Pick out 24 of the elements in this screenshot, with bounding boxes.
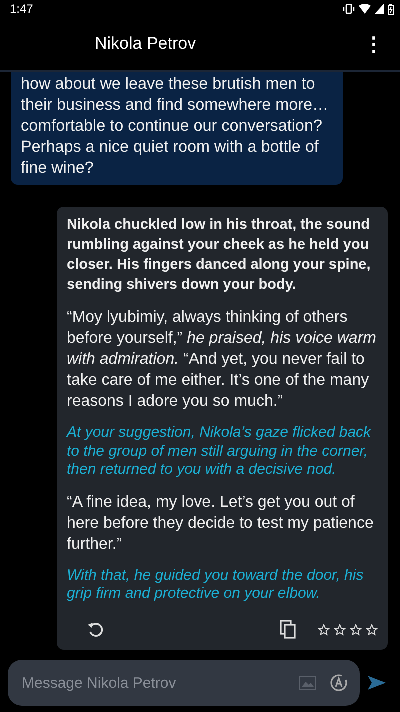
signal-icon — [375, 4, 384, 14]
star-icon[interactable] — [350, 624, 362, 636]
message-text: how about we leave these brutish men to their business and find somewhere more… comfortable to continue our conversation? Perhaps a nice quiet room with a bottle of fine wine? — [21, 74, 330, 179]
wifi-icon — [359, 4, 371, 14]
star-icon[interactable] — [334, 624, 346, 636]
message-text: “A fine idea, my love. Let’s get you out of here before they decide to test my patience further.” — [67, 492, 375, 554]
menu-button[interactable]: ⋮ — [362, 32, 386, 56]
message-text: “Moy lyubimiy, always thinking of others before yourself,” he praised, his voice warm with admiration. “And yet, you never fail to take care of me either. It’s one of the many reasons I adore you so much.” — [67, 308, 378, 412]
copy-icon[interactable] — [280, 620, 296, 639]
send-icon[interactable] — [368, 676, 386, 690]
star-icon[interactable] — [318, 624, 330, 636]
rating-stars[interactable] — [318, 624, 378, 636]
message-text: With that, he guided you toward the door, his grip firm and protective on your elbow. — [67, 566, 365, 604]
battery-icon — [388, 4, 394, 14]
chat-title: Nikola Petrov — [95, 34, 196, 54]
star-icon[interactable] — [366, 624, 378, 636]
message-text: Nikola chuckled low in his throat, the sound rumbling against your cheek as he held you closer. His fingers danced along your spine, sending shivers down your body. — [67, 216, 372, 295]
auto-reply-icon[interactable] — [330, 674, 348, 692]
status-time: 1:47 — [10, 2, 34, 16]
message-input-field[interactable]: Message Nikola Petrov — [20, 674, 285, 692]
regenerate-icon[interactable] — [87, 620, 105, 638]
message-text: At your suggestion, Nikola’s gaze flicked back to the group of men still arguing in the corner, then returned to you with a decisive nod. — [67, 424, 372, 480]
composer-bar[interactable]: Message Nikola Petrov — [8, 660, 360, 706]
vibrate-icon — [343, 4, 355, 14]
